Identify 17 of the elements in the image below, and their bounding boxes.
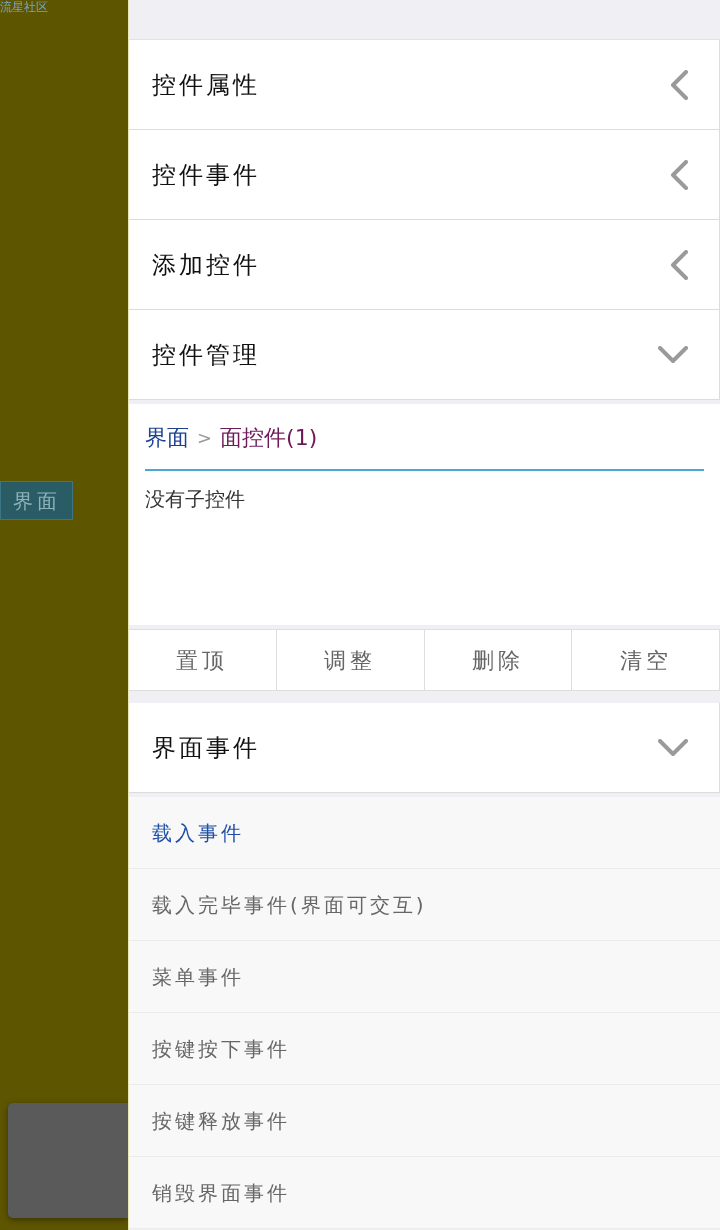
section-header[interactable]: 控件管理: [129, 310, 720, 400]
empty-message: 没有子控件: [145, 487, 246, 511]
breadcrumb-separator: >: [197, 426, 213, 450]
section-header[interactable]: 添加控件: [129, 220, 720, 310]
floating-button[interactable]: 界面: [0, 481, 73, 520]
event-item[interactable]: 按键释放事件: [129, 1085, 720, 1157]
breadcrumb-item[interactable]: 面控件(1): [220, 424, 318, 452]
section-header[interactable]: 控件事件: [129, 130, 720, 220]
event-item[interactable]: 载入完毕事件(界面可交互): [129, 869, 720, 941]
event-item[interactable]: 载入事件: [129, 797, 720, 869]
section-header[interactable]: 界面事件: [129, 703, 720, 793]
breadcrumb-item[interactable]: 界面: [145, 424, 189, 452]
section-header[interactable]: 控件属性: [129, 40, 720, 130]
event-item[interactable]: 销毁界面事件: [129, 1157, 720, 1229]
site-label: 流星社区: [0, 0, 48, 14]
event-item[interactable]: 菜单事件: [129, 941, 720, 1013]
event-item[interactable]: 按键按下事件: [129, 1013, 720, 1085]
